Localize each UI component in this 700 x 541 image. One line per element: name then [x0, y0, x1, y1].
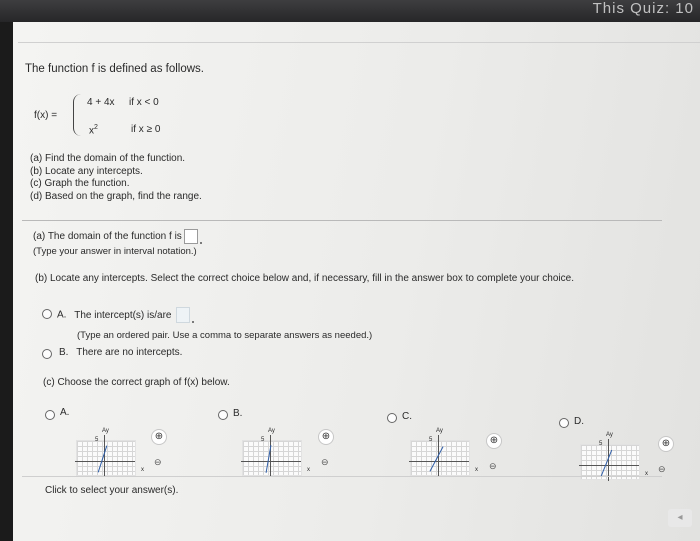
zoom-in-icon[interactable]: ⊕	[658, 436, 674, 452]
section-divider	[22, 220, 662, 221]
part-d-text: (d) Based on the graph, find the range.	[30, 190, 202, 202]
page-top-edge	[18, 42, 700, 43]
browser-top-bar: This Quiz: 10	[0, 0, 700, 22]
graph-option-a-label: A.	[60, 407, 70, 418]
problem-intro: The function f is defined as follows.	[25, 63, 204, 75]
graph-b-thumbnail[interactable]: 5 Ay x	[241, 428, 310, 477]
scroll-arrow-icon[interactable]: ◂	[668, 509, 692, 527]
option-b-radio[interactable]	[42, 349, 52, 359]
zoom-out-icon[interactable]: ⊖	[658, 464, 666, 475]
graph-d-thumbnail[interactable]: 5 Ay x	[579, 432, 648, 481]
piecewise-brace	[73, 94, 83, 136]
click-to-select-text: Click to select your answer(s).	[45, 485, 179, 496]
case1-expression: 4 + 4x	[87, 97, 115, 108]
graph-option-a-radio[interactable]	[45, 410, 55, 420]
option-a-hint: (Type an ordered pair. Use a comma to se…	[77, 330, 373, 341]
intercept-answer-box[interactable]	[176, 307, 191, 323]
case2-condition: if x ≥ 0	[131, 124, 161, 135]
part-a-hint: (Type your answer in interval notation.)	[33, 246, 197, 257]
footer-divider	[22, 476, 662, 477]
zoom-out-icon[interactable]: ⊖	[489, 461, 497, 472]
part-c-text: (c) Graph the function.	[30, 178, 130, 189]
graph-option-c-label: C.	[402, 411, 412, 422]
case1-condition: if x < 0	[129, 97, 159, 108]
answer-dot	[199, 242, 202, 244]
option-a-radio[interactable]	[42, 309, 52, 319]
part-b-text: (b) Locate any intercepts.	[30, 165, 143, 177]
zoom-in-icon[interactable]: ⊕	[151, 429, 167, 445]
option-b[interactable]: B. There are no intercepts.	[59, 347, 182, 358]
function-label: f(x) =	[34, 110, 58, 121]
graph-option-c-radio[interactable]	[387, 413, 397, 423]
quiz-title: This Quiz: 10	[592, 0, 694, 17]
graph-option-d-radio[interactable]	[559, 418, 569, 428]
option-a[interactable]: A. The intercept(s) is/are	[57, 307, 195, 323]
domain-answer-box[interactable]	[183, 229, 198, 244]
part-a-text: (a) Find the domain of the function.	[30, 153, 186, 164]
part-a-question: (a) The domain of the function f is	[33, 229, 202, 244]
part-b-question: (b) Locate any intercepts. Select the co…	[35, 273, 574, 284]
graph-a-thumbnail[interactable]: 5 Ay x	[75, 428, 144, 477]
zoom-in-icon[interactable]: ⊕	[318, 429, 334, 445]
zoom-in-icon[interactable]: ⊕	[486, 433, 502, 449]
graph-c-thumbnail[interactable]: 5 Ay x	[409, 428, 478, 477]
graph-option-b-radio[interactable]	[218, 410, 228, 420]
part-c-question: (c) Choose the correct graph of f(x) bel…	[43, 377, 230, 388]
zoom-out-icon[interactable]: ⊖	[321, 457, 329, 468]
answer-dot	[192, 321, 195, 323]
zoom-out-icon[interactable]: ⊖	[154, 457, 162, 468]
graph-option-b-label: B.	[233, 408, 243, 419]
graph-option-d-label: D.	[574, 416, 584, 427]
case2-expression: x2	[89, 124, 98, 137]
problem-parts: (a) Find the domain of the function. (b)…	[30, 153, 202, 203]
